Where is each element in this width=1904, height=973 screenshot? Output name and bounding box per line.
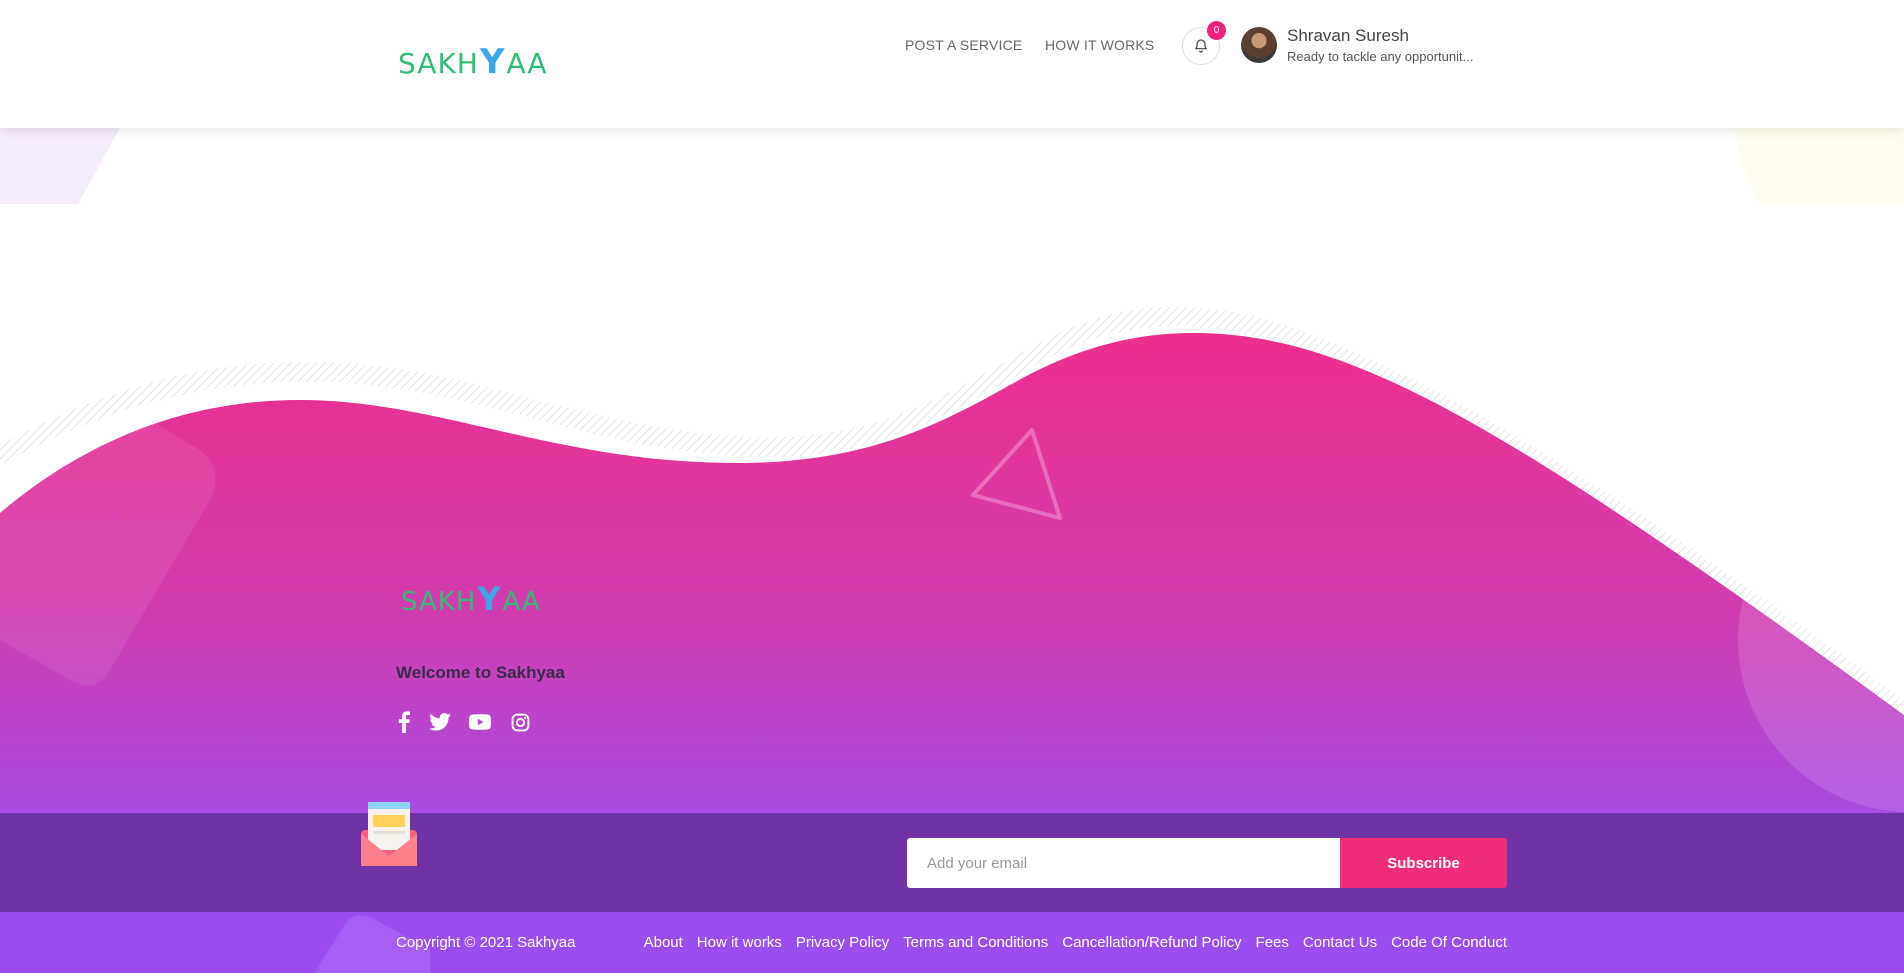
youtube-link[interactable] [468,710,492,734]
logo-text-y: Y [479,42,506,82]
bell-icon [1195,39,1207,53]
footer-welcome-text: Welcome to Sakhyaa [396,663,565,682]
subscribe-button[interactable]: Subscribe [1340,838,1507,888]
nav-post-a-service[interactable]: POST A SERVICE [905,37,1022,53]
footer-link-contact-us[interactable]: Contact Us [1303,934,1377,951]
twitter-link[interactable] [428,710,452,734]
footer-link-code-of-conduct[interactable]: Code Of Conduct [1391,934,1507,951]
footer-bottom-bar: Copyright © 2021 Sakhyaa About How it wo… [0,912,1904,973]
instagram-icon [511,713,529,731]
logo-text-y: Y [477,580,502,618]
footer-link-fees[interactable]: Fees [1256,934,1289,951]
newsletter-email-input[interactable] [907,838,1340,888]
youtube-icon [469,714,491,730]
facebook-icon [398,711,410,733]
footer-link-about[interactable]: About [644,934,683,951]
lavender-corner-shape [0,128,120,204]
footer-link-refund-policy[interactable]: Cancellation/Refund Policy [1062,934,1241,951]
footer-logo[interactable]: SAKH Y AA [401,580,541,618]
logo-text-start: SAKH [398,47,479,80]
footer-link-how-it-works[interactable]: How it works [697,934,782,951]
logo-text-end: AA [502,587,541,617]
facebook-link[interactable] [392,710,416,734]
site-header: SAKH Y AA POST A SERVICE HOW IT WORKS 0 Sh… [0,0,1904,128]
footer-link-privacy-policy[interactable]: Privacy Policy [796,934,889,951]
cream-corner-shape [1735,128,1904,204]
user-avatar[interactable] [1241,27,1277,63]
notification-count-badge: 0 [1207,21,1226,40]
copyright-text: Copyright © 2021 Sakhyaa [396,934,576,951]
header-logo[interactable]: SAKH Y AA [398,42,548,82]
nav-how-it-works[interactable]: HOW IT WORKS [1045,37,1154,53]
logo-text-end: AA [506,47,548,80]
user-tagline: Ready to tackle any opportunit... [1287,49,1474,64]
footer-links: About How it works Privacy Policy Terms … [644,934,1507,951]
user-name[interactable]: Shravan Suresh [1287,26,1409,46]
newsletter-envelope-icon [361,802,417,866]
logo-text-start: SAKH [401,587,477,617]
page: SAKH Y AA POST A SERVICE HOW IT WORKS 0 Sh… [0,0,1904,973]
twitter-icon [429,713,451,731]
footer-link-terms[interactable]: Terms and Conditions [903,934,1048,951]
instagram-link[interactable] [508,710,532,734]
